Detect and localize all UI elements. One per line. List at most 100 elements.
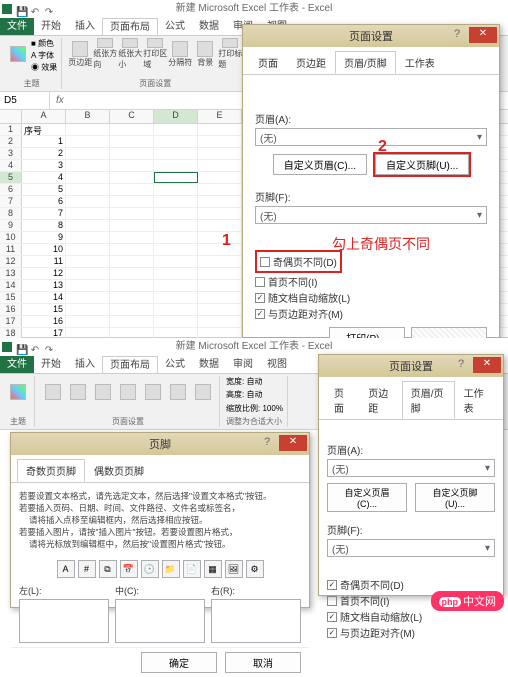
row-header[interactable]: 4 xyxy=(0,160,22,171)
oddeven-checkbox-2[interactable] xyxy=(327,580,337,590)
cell[interactable] xyxy=(154,268,198,279)
cell[interactable] xyxy=(66,184,110,195)
cell[interactable] xyxy=(66,292,110,303)
cell[interactable]: 8 xyxy=(22,220,66,231)
fx-icon[interactable]: fx xyxy=(50,92,70,109)
dtab-hf-2[interactable]: 页眉/页脚 xyxy=(402,381,455,419)
close-icon-3[interactable]: ✕ xyxy=(279,435,307,451)
cell[interactable]: 4 xyxy=(22,172,66,183)
cell[interactable] xyxy=(154,256,198,267)
date-icon[interactable]: 📅 xyxy=(120,560,138,578)
right-box[interactable] xyxy=(211,599,301,643)
tab-file[interactable]: 文件 xyxy=(0,18,34,35)
cell[interactable]: 3 xyxy=(22,160,66,171)
redo-icon[interactable]: ↷ xyxy=(44,4,54,14)
cell[interactable] xyxy=(110,316,154,327)
cell[interactable]: 2 xyxy=(22,148,66,159)
custom-header-button[interactable]: 自定义页眉(C)... xyxy=(273,154,367,175)
col-E[interactable]: E xyxy=(198,110,242,123)
tab-insert[interactable]: 插入 xyxy=(68,18,102,35)
cell[interactable] xyxy=(198,148,242,159)
cell[interactable] xyxy=(110,172,154,183)
picture-icon[interactable]: 🖼 xyxy=(225,560,243,578)
cell[interactable] xyxy=(198,124,242,135)
cell[interactable] xyxy=(66,124,110,135)
center-box[interactable] xyxy=(115,599,205,643)
alignmargin-checkbox[interactable] xyxy=(255,309,265,319)
tab-data-2[interactable]: 数据 xyxy=(192,356,226,373)
cell[interactable] xyxy=(110,124,154,135)
cell[interactable] xyxy=(110,292,154,303)
left-box[interactable] xyxy=(19,599,109,643)
cell[interactable] xyxy=(198,232,242,243)
cell[interactable] xyxy=(110,304,154,315)
cell[interactable] xyxy=(66,220,110,231)
cell[interactable] xyxy=(66,232,110,243)
path-icon[interactable]: 📁 xyxy=(162,560,180,578)
row-header[interactable]: 6 xyxy=(0,184,22,195)
cell[interactable] xyxy=(154,220,198,231)
cell[interactable] xyxy=(154,184,198,195)
footer-select-2[interactable]: (无) xyxy=(327,539,495,557)
cell[interactable] xyxy=(198,244,242,255)
cell[interactable] xyxy=(66,244,110,255)
tab-view-2[interactable]: 视图 xyxy=(260,356,294,373)
firstpage-checkbox-2[interactable] xyxy=(327,596,337,606)
cell[interactable] xyxy=(110,256,154,267)
cell[interactable] xyxy=(110,184,154,195)
time-icon[interactable]: 🕒 xyxy=(141,560,159,578)
cell[interactable] xyxy=(110,268,154,279)
cell[interactable] xyxy=(198,268,242,279)
row-header[interactable]: 9 xyxy=(0,220,22,231)
cell[interactable]: 12 xyxy=(22,268,66,279)
cell[interactable] xyxy=(66,304,110,315)
cell[interactable]: 14 xyxy=(22,292,66,303)
name-box[interactable]: D5 xyxy=(0,92,50,109)
background-icon-2[interactable] xyxy=(166,376,190,408)
file-icon[interactable]: 📄 xyxy=(183,560,201,578)
margins-icon[interactable]: 页边距 xyxy=(68,38,92,70)
fonts-btn[interactable]: A 字体 xyxy=(31,50,57,61)
cell[interactable] xyxy=(66,196,110,207)
cell[interactable]: 5 xyxy=(22,184,66,195)
row-header[interactable]: 3 xyxy=(0,148,22,159)
cancel-button-2[interactable]: 取消 xyxy=(225,652,301,673)
cell[interactable] xyxy=(154,280,198,291)
cell[interactable] xyxy=(66,172,110,183)
cell[interactable] xyxy=(198,208,242,219)
row-header[interactable]: 17 xyxy=(0,316,22,327)
dtab-sheet[interactable]: 工作表 xyxy=(396,51,444,74)
row-header[interactable]: 16 xyxy=(0,304,22,315)
col-D[interactable]: D xyxy=(154,110,198,123)
cell[interactable] xyxy=(110,220,154,231)
cell[interactable] xyxy=(154,316,198,327)
cell[interactable] xyxy=(66,136,110,147)
tab-data[interactable]: 数据 xyxy=(192,18,226,35)
row-header[interactable]: 10 xyxy=(0,232,22,243)
tab-review-2[interactable]: 审阅 xyxy=(226,356,260,373)
tab-layout-2[interactable]: 页面布局 xyxy=(102,356,158,373)
close-icon[interactable]: ✕ xyxy=(469,27,497,43)
cell[interactable] xyxy=(154,232,198,243)
row-header[interactable]: 5 xyxy=(0,172,22,183)
cell[interactable] xyxy=(66,268,110,279)
tab-file-2[interactable]: 文件 xyxy=(0,356,34,373)
cell[interactable] xyxy=(198,280,242,291)
redo-icon[interactable]: ↷ xyxy=(44,342,54,352)
dtab-margins-2[interactable]: 页边距 xyxy=(359,381,401,419)
close-icon-2[interactable]: ✕ xyxy=(473,357,501,373)
pages-icon[interactable]: ⧉ xyxy=(99,560,117,578)
dtab-sheet-2[interactable]: 工作表 xyxy=(455,381,497,419)
cell[interactable] xyxy=(198,256,242,267)
undo-icon[interactable]: ↶ xyxy=(30,4,40,14)
help-icon-3[interactable]: ? xyxy=(257,435,277,451)
breaks-icon[interactable]: 分隔符 xyxy=(168,38,192,70)
dtab-margins[interactable]: 页边距 xyxy=(287,51,335,74)
cell[interactable] xyxy=(110,244,154,255)
cell[interactable] xyxy=(198,160,242,171)
tab-insert-2[interactable]: 插入 xyxy=(68,356,102,373)
page-number-icon[interactable]: # xyxy=(78,560,96,578)
print-area-icon[interactable]: 打印区域 xyxy=(143,38,167,70)
cell[interactable] xyxy=(66,208,110,219)
row-header[interactable]: 14 xyxy=(0,280,22,291)
